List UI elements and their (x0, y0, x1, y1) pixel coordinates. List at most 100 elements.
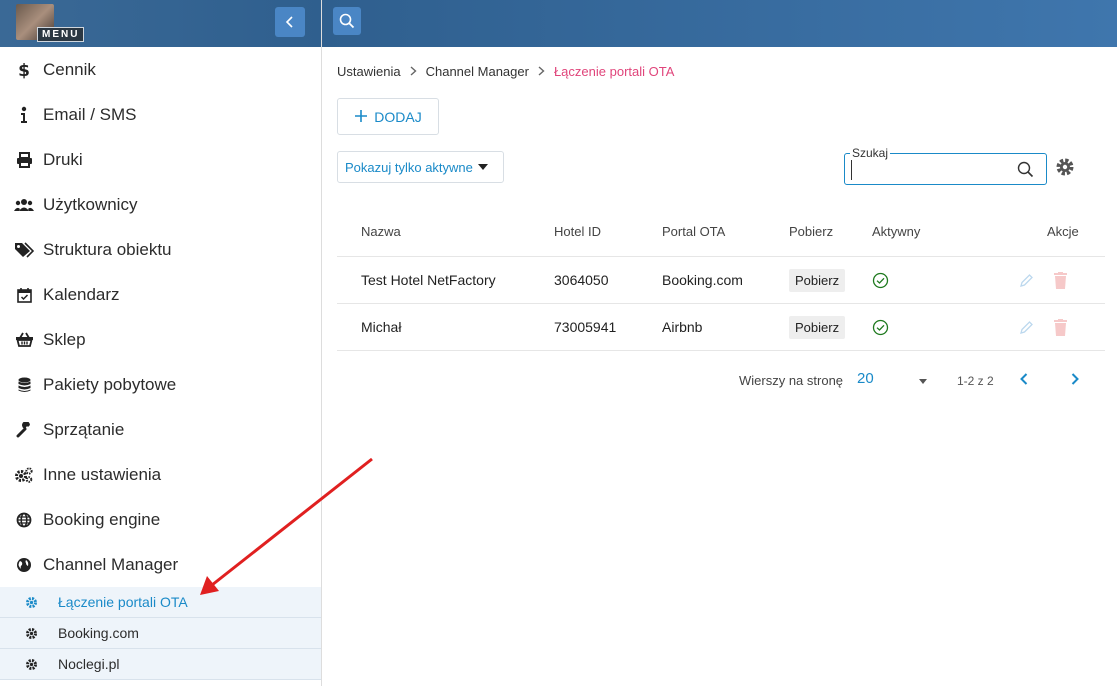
dollar-icon: $ (14, 60, 34, 80)
breadcrumb-item-ustawienia[interactable]: Ustawienia (337, 64, 401, 79)
sidebar-item-label: Pakiety pobytowe (43, 374, 177, 394)
check-circle-icon (872, 257, 889, 303)
topbar (322, 0, 1117, 47)
search-field[interactable]: Szukaj (844, 146, 1047, 185)
column-header-portal[interactable]: Portal OTA (662, 207, 725, 256)
search-legend: Szukaj (850, 146, 891, 160)
sidebar-item-label: Sklep (43, 329, 86, 349)
column-header-download: Pobierz (789, 224, 834, 239)
sidebar-item-struktura-obiektu[interactable]: Struktura obiektu (0, 227, 321, 272)
users-icon (14, 195, 34, 215)
cell-name: Test Hotel NetFactory (361, 272, 496, 288)
rows-per-page-select[interactable]: 20 (857, 370, 874, 387)
sidebar-item-sprzatanie[interactable]: Sprzątanie (0, 407, 321, 452)
search-input[interactable] (851, 160, 1011, 180)
printer-icon (14, 150, 34, 170)
rows-per-page-label: Wierszy na stronę (739, 373, 844, 388)
trash-icon[interactable] (1054, 304, 1067, 350)
sidebar-item-label: Druki (43, 149, 83, 169)
cell-name: Michał (361, 319, 402, 335)
collapse-sidebar-button[interactable] (275, 7, 305, 37)
basket-icon (14, 330, 34, 350)
tags-icon (14, 240, 34, 260)
sidebar-header: MENU (0, 0, 321, 47)
cogs-icon (14, 465, 34, 485)
sidebar: MENU $ Cennik Email / SMS Druki Użytkown… (0, 0, 322, 686)
sidebar-item-label: Użytkownicy (43, 194, 138, 214)
search-icon (339, 13, 355, 29)
sidebar-item-label: Kalendarz (43, 284, 120, 304)
breadcrumb: Ustawienia Channel Manager Łączenie port… (337, 64, 674, 79)
globe-icon (14, 510, 34, 530)
svg-text:$: $ (18, 61, 30, 79)
active-filter-dropdown[interactable]: Pokazuj tylko aktywne (337, 151, 504, 183)
table-settings-gear-icon[interactable] (1055, 157, 1075, 182)
check-circle-icon (872, 304, 889, 350)
sidebar-item-label: Email / SMS (43, 104, 137, 124)
edit-pencil-icon[interactable] (1019, 257, 1034, 303)
chevron-left-icon (285, 16, 293, 28)
breadcrumb-item-channel-manager[interactable]: Channel Manager (426, 64, 529, 79)
cell-portal: Booking.com (662, 272, 743, 288)
sidebar-item-kalendarz[interactable]: Kalendarz (0, 272, 321, 317)
sidebar-subitem-label: Booking.com (58, 625, 139, 641)
sidebar-item-label: Inne ustawienia (43, 464, 162, 484)
cell-hotel-id: 73005941 (554, 319, 617, 335)
info-icon (14, 105, 34, 125)
cell-hotel-id: 3064050 (554, 272, 609, 288)
pagination: Wierszy na stronę 20 1-2 z 2 (737, 369, 1107, 393)
main-content: Ustawienia Channel Manager Łączenie port… (322, 47, 1117, 686)
add-button-label: DODAJ (374, 108, 422, 125)
table-row[interactable]: Test Hotel NetFactory 3064050 Booking.co… (337, 257, 1105, 304)
sidebar-item-uzytkownicy[interactable]: Użytkownicy (0, 182, 321, 227)
sidebar-item-booking-engine[interactable]: Booking engine (0, 497, 321, 542)
sidebar-subitem-laczenie-portali-ota[interactable]: Łączenie portali OTA (0, 587, 321, 618)
gear-icon (24, 626, 38, 640)
sidebar-item-label: Sprzątanie (43, 419, 125, 439)
trash-icon[interactable] (1054, 257, 1067, 303)
prev-page-button[interactable] (1019, 372, 1029, 389)
chevron-right-icon (410, 65, 417, 79)
sidebar-subitem-label: Łączenie portali OTA (58, 594, 188, 610)
sidebar-item-cennik[interactable]: $ Cennik (0, 47, 321, 92)
column-header-hotel-id[interactable]: Hotel ID (554, 207, 601, 256)
column-header-actions: Akcje (1047, 224, 1079, 239)
sidebar-subitem-booking-com[interactable]: Booking.com (0, 618, 321, 649)
download-button[interactable]: Pobierz (789, 315, 846, 339)
plus-icon (354, 107, 368, 127)
cell-portal: Airbnb (662, 319, 703, 335)
table-row[interactable]: Michał 73005941 Airbnb Pobierz (337, 304, 1105, 351)
caret-down-icon[interactable] (919, 379, 927, 384)
sidebar-item-email-sms[interactable]: Email / SMS (0, 92, 321, 137)
column-header-active[interactable]: Aktywny (872, 207, 920, 256)
sidebar-item-channel-manager[interactable]: Channel Manager (0, 542, 321, 587)
wrench-icon (14, 420, 34, 440)
global-search-button[interactable] (333, 7, 361, 35)
sidebar-item-druki[interactable]: Druki (0, 137, 321, 182)
gear-icon (24, 657, 38, 671)
search-icon[interactable] (1017, 161, 1034, 183)
sidebar-item-sklep[interactable]: Sklep (0, 317, 321, 362)
caret-down-icon (477, 164, 488, 170)
globe-americas-icon (14, 555, 34, 575)
sidebar-item-label: Struktura obiektu (43, 239, 172, 259)
gear-icon (24, 595, 38, 609)
table-header: Nazwa Hotel ID Portal OTA Pobierz Aktywn… (337, 207, 1105, 257)
sidebar-item-label: Channel Manager (43, 554, 179, 574)
column-header-name[interactable]: Nazwa (361, 207, 401, 256)
sidebar-item-pakiety-pobytowe[interactable]: Pakiety pobytowe (0, 362, 321, 407)
add-button[interactable]: DODAJ (337, 98, 439, 135)
filter-label: Pokazuj tylko aktywne (345, 159, 473, 175)
breadcrumb-current: Łączenie portali OTA (553, 64, 675, 79)
download-button[interactable]: Pobierz (789, 268, 846, 292)
next-page-button[interactable] (1070, 372, 1080, 389)
page-range: 1-2 z 2 (957, 374, 994, 388)
sidebar-item-label: Cennik (43, 59, 96, 79)
chevron-right-icon (538, 65, 545, 79)
calendar-check-icon (14, 285, 34, 305)
sidebar-subitem-noclegi-pl[interactable]: Noclegi.pl (0, 649, 321, 680)
menu-badge[interactable]: MENU (37, 27, 85, 42)
edit-pencil-icon[interactable] (1019, 304, 1034, 350)
sidebar-subitem-label: Noclegi.pl (58, 656, 120, 672)
sidebar-item-inne-ustawienia[interactable]: Inne ustawienia (0, 452, 321, 497)
